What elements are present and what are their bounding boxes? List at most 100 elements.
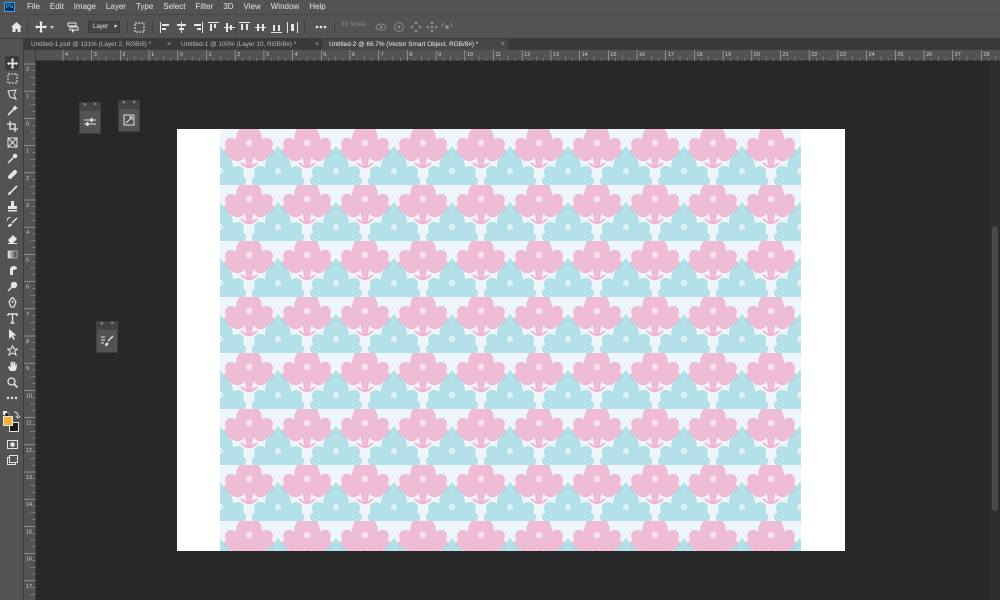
document-tab[interactable]: Untitled-1.psd @ 131% (Layer 2, RGB/8) *… xyxy=(24,39,174,50)
separator xyxy=(334,21,335,33)
home-icon[interactable] xyxy=(9,20,23,34)
history-brush-tool-icon[interactable] xyxy=(5,215,19,229)
marquee-tool-icon[interactable] xyxy=(5,71,19,85)
horizontal-ruler[interactable]: 4 3 2 1 0 1 2 3 4 5 6 7 8 9 10 11 12 13 14 15 16 17 18 19 20 21 22… xyxy=(36,50,1000,61)
close-icon[interactable]: × xyxy=(315,39,319,50)
align-middle-icon[interactable] xyxy=(223,20,235,34)
eraser-tool-icon[interactable] xyxy=(5,231,19,245)
align-left-icon[interactable] xyxy=(159,20,171,34)
menu-select[interactable]: Select xyxy=(158,0,190,14)
magic-wand-tool-icon[interactable] xyxy=(5,103,19,117)
tab-label: Untitled-1.psd @ 131% (Layer 2, RGB/8) * xyxy=(31,41,152,48)
edit-toolbar-icon[interactable] xyxy=(5,391,19,405)
ruler-label: 13 xyxy=(553,52,559,58)
brush-tool-icon[interactable] xyxy=(5,183,19,197)
ruler-label: 2 xyxy=(122,52,125,58)
distribute-bottom-icon[interactable] xyxy=(270,20,282,34)
more-options-icon[interactable] xyxy=(314,20,328,34)
type-tool-icon[interactable] xyxy=(5,311,19,325)
ruler-label: 8 xyxy=(26,339,29,345)
3d-roll-icon[interactable] xyxy=(392,20,406,34)
document-tab[interactable]: Untitled-1 @ 100% (Layer 10, RGB/8#) * × xyxy=(174,39,322,50)
close-icon[interactable]: × xyxy=(501,39,505,50)
collapse-icon[interactable]: » xyxy=(83,102,86,108)
transform-icon[interactable] xyxy=(119,109,139,131)
eyedropper-tool-icon[interactable] xyxy=(5,151,19,165)
collapse-icon[interactable]: » xyxy=(122,100,125,106)
ruler-label: 1 xyxy=(151,52,154,58)
smudge-tool-icon[interactable] xyxy=(5,263,19,277)
transform-controls-icon[interactable] xyxy=(133,20,145,34)
align-center-icon[interactable] xyxy=(175,20,187,34)
menu-file[interactable]: File xyxy=(22,0,45,14)
close-icon[interactable]: × xyxy=(110,321,114,327)
panel-header[interactable]: » × xyxy=(97,321,117,330)
close-icon[interactable]: × xyxy=(93,102,97,108)
tab-label: Untitled-1 @ 100% (Layer 10, RGB/8#) * xyxy=(181,41,297,48)
align-right-icon[interactable] xyxy=(191,20,203,34)
menu-filter[interactable]: Filter xyxy=(191,0,219,14)
distribute-horizontal-icon[interactable] xyxy=(286,20,298,34)
align-top-icon[interactable] xyxy=(207,20,219,34)
menu-layer[interactable]: Layer xyxy=(101,0,131,14)
gradient-tool-icon[interactable] xyxy=(5,247,19,261)
3d-slide-icon[interactable] xyxy=(425,20,439,34)
vertical-ruler[interactable]: 2 1 0 1 2 3 4 5 6 7 8 9 10 11 12 13 14 15 16 17 xyxy=(24,50,36,600)
ruler-label: 26 xyxy=(926,52,932,58)
menu-window[interactable]: Window xyxy=(266,0,304,14)
lasso-tool-icon[interactable] xyxy=(5,87,19,101)
hand-tool-icon[interactable] xyxy=(5,359,19,373)
brush-panel: » × xyxy=(96,321,118,353)
damask-pattern-layer[interactable] xyxy=(220,129,801,551)
zoom-tool-icon[interactable] xyxy=(5,375,19,389)
ruler-label: 1 xyxy=(26,149,29,155)
shape-tool-icon[interactable] xyxy=(5,343,19,357)
panel-header[interactable]: » × xyxy=(80,102,100,111)
close-icon[interactable]: × xyxy=(132,100,136,106)
ruler-label: 24 xyxy=(869,52,875,58)
3d-pan-icon[interactable] xyxy=(409,20,423,34)
pen-tool-icon[interactable] xyxy=(5,295,19,309)
scrollbar-thumb[interactable] xyxy=(992,226,998,511)
ruler-label: 17 xyxy=(26,584,32,590)
foreground-color-swatch[interactable] xyxy=(3,416,13,426)
move-tool-icon[interactable] xyxy=(5,56,19,70)
menu-view[interactable]: View xyxy=(239,0,266,14)
brush-icon[interactable] xyxy=(97,330,117,352)
quick-mask-icon[interactable] xyxy=(5,437,19,451)
document-tab-active[interactable]: Untitled-2 @ 66.7% (Vector Smart Object,… xyxy=(322,39,508,50)
screen-mode-icon[interactable] xyxy=(5,453,19,467)
path-selection-tool-icon[interactable] xyxy=(5,327,19,341)
ruler-label: 11 xyxy=(496,52,502,58)
ruler-label: 23 xyxy=(840,52,846,58)
distribute-middle-icon[interactable] xyxy=(254,20,266,34)
auto-select-dropdown[interactable]: Layer ▾ xyxy=(88,21,120,33)
menu-edit[interactable]: Edit xyxy=(45,0,69,14)
properties-panel: » × xyxy=(118,100,140,132)
collapse-icon[interactable]: » xyxy=(100,321,103,327)
menu-help[interactable]: Help xyxy=(304,0,330,14)
crop-tool-icon[interactable] xyxy=(5,119,19,133)
vertical-scrollbar[interactable] xyxy=(990,61,1000,600)
close-icon[interactable]: × xyxy=(167,39,171,50)
ruler-label: 5 xyxy=(26,257,29,263)
menu-type[interactable]: Type xyxy=(131,0,158,14)
menu-3d[interactable]: 3D xyxy=(218,0,238,14)
frame-tool-icon[interactable] xyxy=(5,135,19,149)
3d-orbit-icon[interactable] xyxy=(374,20,388,34)
distribute-top-icon[interactable] xyxy=(238,20,250,34)
healing-brush-tool-icon[interactable] xyxy=(5,167,19,181)
sliders-icon[interactable] xyxy=(80,111,100,133)
ruler-ticks: 2101234567891011121314151617 xyxy=(24,63,36,595)
ruler-label: 3 xyxy=(26,203,29,209)
ruler-label: 3 xyxy=(266,52,269,58)
menu-image[interactable]: Image xyxy=(69,0,101,14)
clone-stamp-tool-icon[interactable] xyxy=(5,199,19,213)
dodge-tool-icon[interactable] xyxy=(5,279,19,293)
document-canvas[interactable] xyxy=(177,129,845,551)
auto-select-icon[interactable] xyxy=(66,20,80,34)
move-tool-preset-icon[interactable] xyxy=(34,20,56,34)
panel-header[interactable]: » × xyxy=(119,100,139,109)
ruler-label: 15 xyxy=(26,529,32,535)
3d-scale-icon[interactable] xyxy=(440,20,454,34)
